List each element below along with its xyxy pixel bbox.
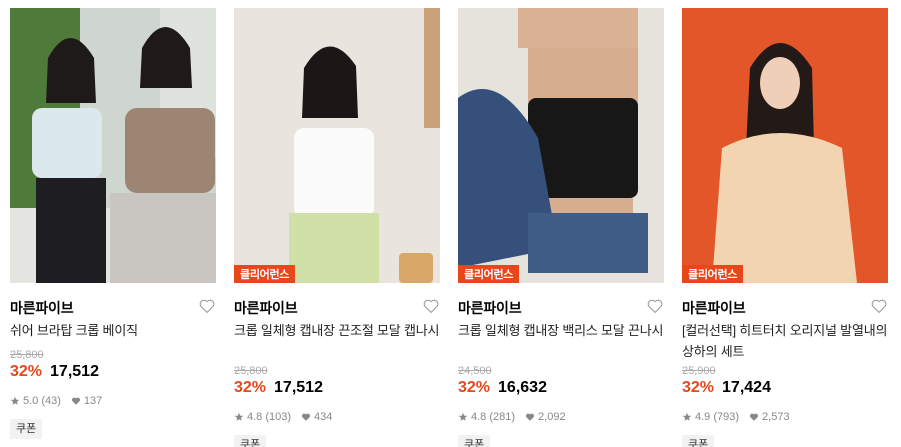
heart-filled-icon bbox=[71, 397, 80, 405]
original-price: 24,500 bbox=[458, 365, 492, 377]
brand-row: 마른파이브 bbox=[682, 298, 888, 320]
brand-name[interactable]: 마른파이브 bbox=[234, 300, 298, 316]
clearance-badge: 클리어런스 bbox=[682, 265, 744, 283]
rating-text: 4.9 (793) bbox=[695, 411, 740, 423]
brand-row: 마른파이브 bbox=[10, 298, 216, 320]
clearance-badge: 클리어런스 bbox=[458, 265, 520, 283]
review-meta: 4.9 (793) 2,573 bbox=[682, 409, 888, 425]
product-card[interactable]: 마른파이브 쉬어 브라탑 크롭 베이직 25,800 32% 17,512 5.… bbox=[10, 8, 216, 447]
price-row: 32% 17,512 bbox=[10, 363, 216, 387]
price-row: 32% 17,424 bbox=[682, 379, 888, 403]
product-image[interactable]: 클리어런스 bbox=[682, 8, 888, 283]
brand-row: 마른파이브 bbox=[234, 298, 440, 320]
product-title[interactable]: 쉬어 브라탑 크롭 베이직 bbox=[10, 320, 216, 346]
product-photo-white-cami bbox=[234, 8, 440, 283]
brand-name[interactable]: 마른파이브 bbox=[682, 300, 746, 316]
likes-count: 137 bbox=[83, 395, 103, 407]
review-meta: 4.8 (103) 434 bbox=[234, 409, 440, 425]
product-photo-beige-thermal bbox=[682, 8, 888, 283]
product-image[interactable]: 클리어런스 bbox=[458, 8, 664, 283]
product-image[interactable]: 클리어런스 bbox=[234, 8, 440, 283]
price-row: 32% 17,512 bbox=[234, 379, 440, 403]
rating-text: 5.0 (43) bbox=[23, 395, 61, 407]
product-title[interactable]: [컬러선택] 히트터치 오리지널 발열내의 상하의 세트 bbox=[682, 320, 888, 362]
discount-rate: 32% bbox=[234, 379, 267, 396]
product-title[interactable]: 크롭 일체형 캡내장 끈조절 모달 캡나시 bbox=[234, 320, 440, 362]
star-icon bbox=[234, 412, 244, 421]
review-meta: 4.8 (281) 2,092 bbox=[458, 409, 664, 425]
heart-outline-icon[interactable] bbox=[198, 297, 216, 315]
discount-rate: 32% bbox=[458, 379, 491, 396]
heart-outline-icon[interactable] bbox=[422, 297, 440, 315]
coupon-tag[interactable]: 쿠폰 bbox=[234, 435, 267, 447]
likes-count: 434 bbox=[314, 411, 333, 423]
product-card[interactable]: 클리어런스 마른파이브 크롭 일체형 캡내장 끈조절 모달 캡나시 25,800… bbox=[234, 8, 440, 447]
star-icon bbox=[10, 396, 20, 405]
heart-outline-icon[interactable] bbox=[646, 297, 664, 315]
heart-filled-icon bbox=[301, 413, 311, 421]
discount-rate: 32% bbox=[10, 363, 43, 380]
product-photo-black-backless bbox=[458, 8, 664, 283]
coupon-tag[interactable]: 쿠폰 bbox=[682, 435, 715, 447]
brand-name[interactable]: 마른파이브 bbox=[10, 300, 74, 316]
sale-price: 17,512 bbox=[50, 363, 99, 380]
sale-price: 17,424 bbox=[722, 379, 771, 396]
product-photo-two-models bbox=[10, 8, 216, 283]
coupon-tag[interactable]: 쿠폰 bbox=[10, 419, 43, 439]
product-title[interactable]: 크롭 일체형 캡내장 백리스 모달 끈나시 bbox=[458, 320, 664, 362]
original-price: 25,800 bbox=[234, 365, 268, 377]
discount-rate: 32% bbox=[682, 379, 715, 396]
rating-text: 4.8 (103) bbox=[247, 411, 292, 423]
likes-count: 2,573 bbox=[762, 411, 790, 423]
heart-filled-icon bbox=[749, 413, 759, 421]
star-icon bbox=[458, 412, 468, 421]
brand-name[interactable]: 마른파이브 bbox=[458, 300, 522, 316]
product-image[interactable] bbox=[10, 8, 216, 283]
product-grid: 마른파이브 쉬어 브라탑 크롭 베이직 25,800 32% 17,512 5.… bbox=[0, 0, 901, 447]
original-price: 25,900 bbox=[682, 365, 716, 377]
coupon-tag[interactable]: 쿠폰 bbox=[458, 435, 491, 447]
review-meta: 5.0 (43) 137 bbox=[10, 393, 216, 409]
product-card[interactable]: 클리어런스 마른파이브 크롭 일체형 캡내장 백리스 모달 끈나시 24,500… bbox=[458, 8, 664, 447]
likes-count: 2,092 bbox=[538, 411, 566, 423]
price-row: 32% 16,632 bbox=[458, 379, 664, 403]
heart-outline-icon[interactable] bbox=[870, 297, 888, 315]
clearance-badge: 클리어런스 bbox=[234, 265, 296, 283]
rating-text: 4.8 (281) bbox=[471, 411, 516, 423]
star-icon bbox=[682, 412, 692, 421]
sale-price: 17,512 bbox=[274, 379, 323, 396]
product-card[interactable]: 클리어런스 마른파이브 [컬러선택] 히트터치 오리지널 발열내의 상하의 세트… bbox=[682, 8, 888, 447]
original-price: 25,800 bbox=[10, 349, 44, 361]
brand-row: 마른파이브 bbox=[458, 298, 664, 320]
sale-price: 16,632 bbox=[498, 379, 547, 396]
heart-filled-icon bbox=[525, 413, 535, 421]
